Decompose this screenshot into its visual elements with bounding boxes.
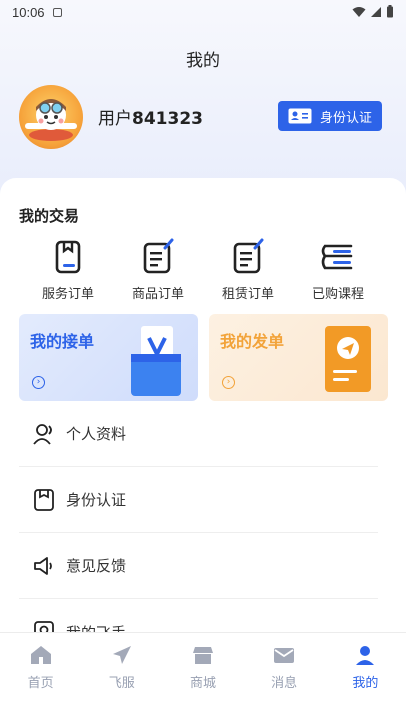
identity-auth-button[interactable]: 身份认证 [278,101,382,131]
lease-order-icon [233,238,264,274]
status-icons [352,5,394,18]
nav-flight-service-label: 飞服 [108,676,135,691]
store-icon [192,647,213,664]
purchased-courses-button[interactable]: 已购课程 [298,238,378,302]
nav-store[interactable]: 商城 [162,633,243,723]
nav-messages-label: 消息 [271,676,298,691]
my-published-orders-card[interactable]: 我的发单 › [209,314,388,401]
lease-order-button[interactable]: 租赁订单 [208,238,288,302]
lease-order-label: 租赁订单 [221,287,274,302]
nav-mine-label: 我的 [352,676,379,691]
id-card-icon [288,108,312,124]
plane-icon [112,646,131,664]
product-order-label: 商品订单 [131,287,184,302]
service-order-button[interactable]: 服务订单 [28,238,108,302]
paper-plane-document-icon [325,326,371,392]
service-order-icon [55,240,81,274]
notification-icon [52,7,62,17]
wifi-icon [352,6,366,17]
menu-personal-info[interactable]: 个人资料 [19,401,378,467]
avatar[interactable] [19,85,83,149]
battery-icon [387,5,393,18]
user-id: 841323 [132,109,203,129]
menu-feedback-label: 意见反馈 [66,557,127,575]
identity-auth-label: 身份认证 [320,110,373,126]
nav-mine[interactable]: 我的 [325,633,406,723]
person-icon [356,646,375,665]
product-order-button[interactable]: 商品订单 [118,238,198,302]
user-icon [33,423,52,445]
transactions-title: 我的交易 [19,207,80,225]
chevron-right-icon: › [222,376,235,389]
chevron-right-icon: › [32,376,45,389]
nav-home[interactable]: 首页 [0,633,81,723]
home-icon [30,646,51,664]
my-received-orders-card[interactable]: 我的接单 › [19,314,198,401]
username: 用户841323 [98,104,203,129]
purchased-courses-label: 已购课程 [311,287,364,302]
pilot-mascot-icon [25,99,77,141]
username-prefix: 用户 [98,109,132,129]
my-received-orders-title: 我的接单 [30,332,95,351]
nav-home-label: 首页 [27,676,54,691]
id-badge-icon [34,488,54,511]
status-time: 10:06 [12,4,45,20]
mail-icon [274,648,295,663]
nav-messages[interactable]: 消息 [244,633,325,723]
nav-flight-service[interactable]: 飞服 [81,633,162,723]
menu-identity-auth[interactable]: 身份认证 [19,467,378,533]
menu-feedback[interactable]: 意见反馈 [19,533,378,599]
status-bar: 10:06 [0,0,406,24]
service-order-label: 服务订单 [41,287,94,302]
bottom-nav: 首页 飞服 商城 消息 我的 [0,632,406,723]
menu-identity-auth-label: 身份认证 [66,491,127,509]
page-title: 我的 [186,51,220,71]
inbox-box-icon [131,326,181,396]
menu-personal-info-label: 个人资料 [66,425,127,443]
signal-icon [371,6,381,17]
my-published-orders-title: 我的发单 [220,332,285,351]
nav-store-label: 商城 [189,676,216,691]
megaphone-icon [34,556,52,575]
course-icon [321,244,353,270]
product-order-icon [143,238,174,274]
